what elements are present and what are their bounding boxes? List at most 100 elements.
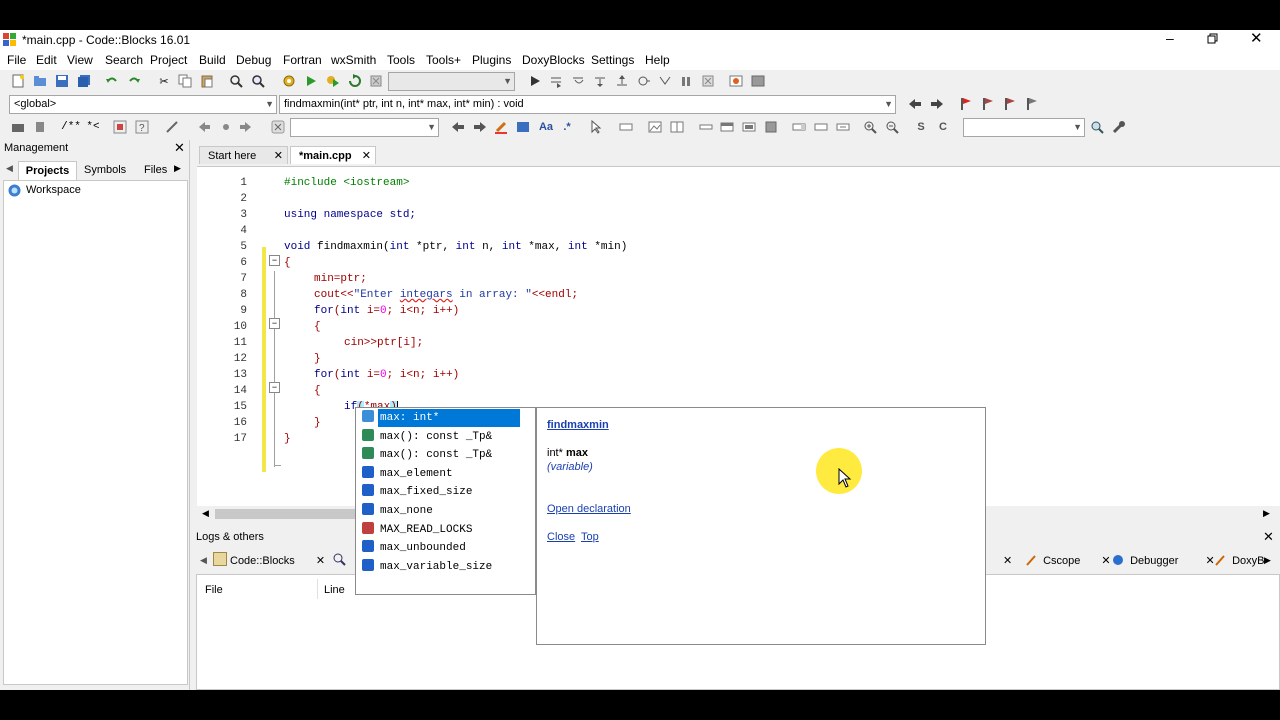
autocomplete-item[interactable]: max(): const _Tp& bbox=[358, 446, 518, 464]
scroll-thumb[interactable] bbox=[215, 509, 355, 519]
search-combo[interactable]: ▼ bbox=[290, 118, 439, 137]
toolbar-icon-2[interactable] bbox=[32, 119, 48, 135]
step-into-icon[interactable] bbox=[592, 73, 608, 89]
nav-forward-icon[interactable] bbox=[238, 119, 254, 135]
redo-icon[interactable] bbox=[126, 73, 142, 89]
save-all-icon[interactable] bbox=[76, 73, 92, 89]
run-to-cursor-icon[interactable] bbox=[548, 73, 564, 89]
menu-doxyblocks[interactable]: DoxyBlocks bbox=[522, 53, 585, 67]
widget-icon-1[interactable] bbox=[618, 119, 634, 135]
find-icon[interactable] bbox=[228, 73, 244, 89]
new-file-icon[interactable] bbox=[10, 73, 26, 89]
menu-help[interactable]: Help bbox=[645, 53, 670, 67]
doc-title-link[interactable]: findmaxmin bbox=[547, 419, 609, 431]
widget-icon-2[interactable] bbox=[647, 119, 663, 135]
menu-tools-plus[interactable]: Tools+ bbox=[426, 53, 461, 67]
menu-plugins[interactable]: Plugins bbox=[472, 53, 511, 67]
menu-wxsmith[interactable]: wxSmith bbox=[331, 53, 376, 67]
debug-windows-icon[interactable] bbox=[728, 73, 744, 89]
menu-file[interactable]: File bbox=[7, 53, 26, 67]
autocomplete-item[interactable]: max_fixed_size bbox=[358, 483, 518, 501]
build-run-icon[interactable] bbox=[325, 73, 341, 89]
restore-icon[interactable] bbox=[1207, 33, 1219, 45]
jump-back-icon[interactable] bbox=[907, 96, 923, 112]
widget-icon-7[interactable] bbox=[763, 119, 779, 135]
tab-scroll-right-icon[interactable]: ▶ bbox=[174, 163, 181, 174]
debug-info-icon[interactable] bbox=[750, 73, 766, 89]
menu-settings[interactable]: Settings bbox=[591, 53, 634, 67]
menu-view[interactable]: View bbox=[67, 53, 93, 67]
autocomplete-item[interactable]: MAX_READ_LOCKS bbox=[358, 521, 518, 539]
cut-icon[interactable]: ✂ bbox=[156, 73, 172, 89]
close-link[interactable]: Close bbox=[547, 531, 575, 543]
tab-codeblocks-log[interactable]: Code::Blocks ✕ bbox=[213, 552, 325, 570]
select-icon[interactable] bbox=[588, 119, 604, 135]
build-icon[interactable] bbox=[281, 73, 297, 89]
build-target-combo[interactable]: ▼ bbox=[388, 72, 515, 91]
widget-icon-10[interactable] bbox=[835, 119, 851, 135]
doxy-line-comment-icon[interactable]: *< bbox=[84, 119, 102, 135]
copy-icon[interactable] bbox=[177, 73, 193, 89]
rebuild-icon[interactable] bbox=[347, 73, 363, 89]
stop-debugger-icon[interactable] bbox=[700, 73, 716, 89]
widget-icon-8[interactable] bbox=[791, 119, 807, 135]
tab-files[interactable]: Files bbox=[144, 164, 167, 176]
zoom-out-icon[interactable] bbox=[884, 119, 900, 135]
tab-scroll-left-icon[interactable]: ◀ bbox=[6, 163, 13, 174]
widget-icon-6[interactable] bbox=[741, 119, 757, 135]
step-instruction-icon[interactable] bbox=[657, 73, 673, 89]
run-icon[interactable] bbox=[303, 73, 319, 89]
doxy-comment-icon[interactable]: /** bbox=[60, 119, 82, 135]
step-out-icon[interactable] bbox=[614, 73, 630, 89]
next-instruction-icon[interactable] bbox=[636, 73, 652, 89]
abort-icon[interactable] bbox=[368, 73, 384, 89]
autocomplete-item[interactable]: max: int* bbox=[358, 409, 520, 427]
save-icon[interactable] bbox=[54, 73, 70, 89]
scroll-right-icon[interactable]: ▶ bbox=[1263, 508, 1270, 519]
function-combo[interactable]: findmaxmin(int* ptr, int n, int* max, in… bbox=[279, 95, 896, 114]
doxy-config-icon[interactable] bbox=[164, 119, 180, 135]
close-panel-icon[interactable]: ✕ bbox=[174, 140, 185, 156]
widget-icon-9[interactable] bbox=[813, 119, 829, 135]
nav-back-icon[interactable] bbox=[196, 119, 212, 135]
autocomplete-item[interactable]: max_none bbox=[358, 502, 518, 520]
next-bookmark-icon[interactable] bbox=[1001, 96, 1017, 112]
tab-close-icon[interactable]: ✕ bbox=[316, 555, 325, 567]
tab-cscope[interactable]: Cscope ✕ bbox=[1025, 552, 1111, 570]
regex-icon[interactable]: .* bbox=[559, 119, 575, 135]
prev-bookmark-icon[interactable] bbox=[979, 96, 995, 112]
paste-icon[interactable] bbox=[199, 73, 215, 89]
tab-close-icon[interactable]: ✕ bbox=[1101, 555, 1110, 567]
tab-close-icon[interactable]: ✕ bbox=[1003, 552, 1012, 570]
widget-icon-4[interactable] bbox=[698, 119, 714, 135]
zoom-in-icon[interactable] bbox=[862, 119, 878, 135]
tab-close-icon[interactable]: ✕ bbox=[274, 147, 283, 165]
scope-combo[interactable]: <global> ▼ bbox=[9, 95, 277, 114]
open-icon[interactable] bbox=[32, 73, 48, 89]
tab-start-here[interactable]: Start here ✕ bbox=[199, 146, 288, 164]
selected-text-icon[interactable] bbox=[515, 119, 531, 135]
clear-bookmarks-icon[interactable] bbox=[1023, 96, 1039, 112]
doxy-help-icon[interactable]: ? bbox=[134, 119, 150, 135]
menu-edit[interactable]: Edit bbox=[36, 53, 57, 67]
top-link[interactable]: Top bbox=[581, 531, 599, 543]
clear-search-icon[interactable] bbox=[270, 119, 286, 135]
nav-dot-icon[interactable] bbox=[218, 119, 234, 135]
close-logs-icon[interactable]: ✕ bbox=[1263, 529, 1274, 545]
workspace-node[interactable]: Workspace bbox=[26, 184, 81, 196]
column-line[interactable]: Line bbox=[324, 584, 345, 596]
next-line-icon[interactable] bbox=[570, 73, 586, 89]
menu-build[interactable]: Build bbox=[199, 53, 226, 67]
widget-icon-5[interactable] bbox=[719, 119, 735, 135]
logs-scroll-right-icon[interactable]: ▶ bbox=[1264, 555, 1271, 566]
tab-close-icon[interactable]: ✕ bbox=[362, 147, 371, 165]
menu-project[interactable]: Project bbox=[150, 53, 187, 67]
doxy-extract-icon[interactable] bbox=[112, 119, 128, 135]
autocomplete-item[interactable]: max_element bbox=[358, 465, 518, 483]
widget-icon-3[interactable] bbox=[669, 119, 685, 135]
autocomplete-list[interactable]: max: int* max(): const _Tp& max(): const _… bbox=[355, 407, 536, 595]
undo-icon[interactable] bbox=[104, 73, 120, 89]
autocomplete-item[interactable]: max_variable_size bbox=[358, 558, 518, 576]
jump-forward-icon[interactable] bbox=[929, 96, 945, 112]
toggle-bookmark-icon[interactable] bbox=[957, 96, 973, 112]
